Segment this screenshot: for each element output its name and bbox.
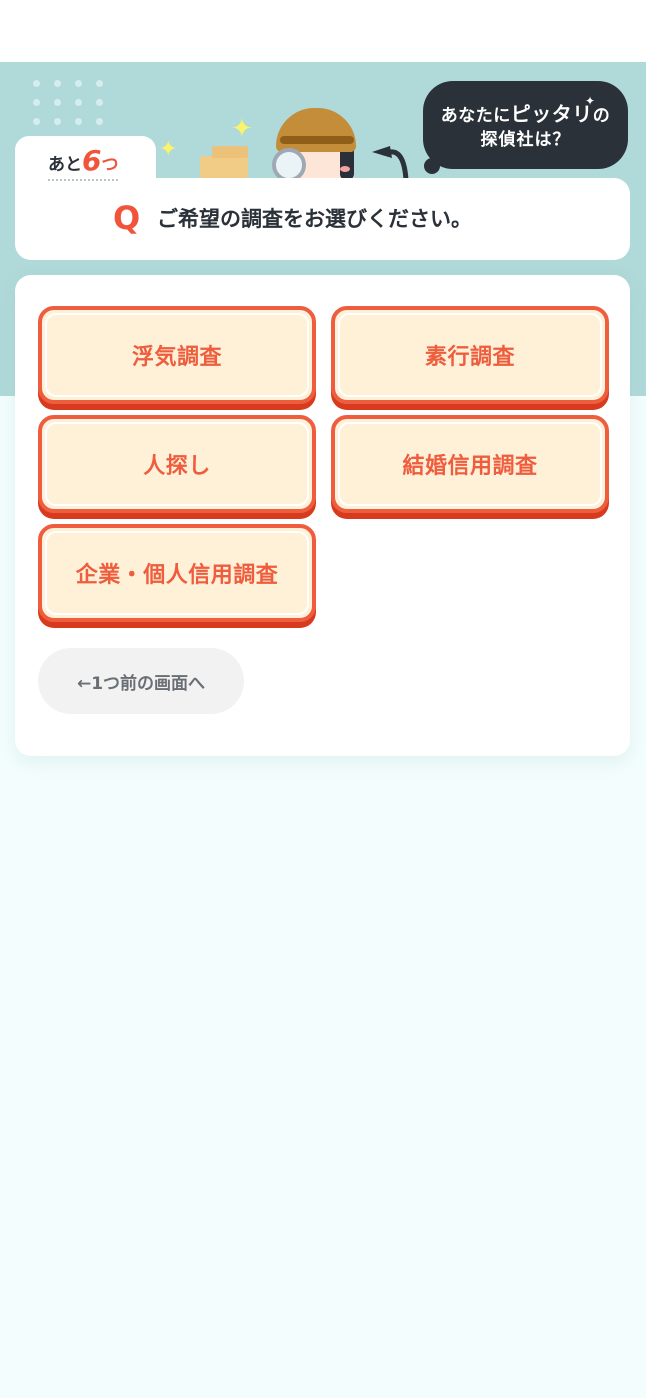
- twinkle-icon: ✦: [585, 94, 596, 108]
- decorative-dots: [33, 80, 105, 128]
- option-button-marriage-credit[interactable]: 結婚信用調査: [331, 415, 609, 513]
- option-button-conduct[interactable]: 素行調査: [331, 306, 609, 404]
- option-label: 企業・個人信用調査: [75, 563, 279, 588]
- speech-bubble: あなたにピッタリの 探偵社は？: [423, 81, 628, 169]
- option-button-corporate-credit[interactable]: 企業・個人信用調査: [38, 524, 316, 622]
- option-button-infidelity[interactable]: 浮気調査: [38, 306, 316, 404]
- option-label: 素行調査: [424, 345, 515, 370]
- question-card: Q ご希望の調査をお選びください。: [15, 178, 630, 260]
- remaining-suffix: つ: [101, 155, 119, 175]
- remaining-questions-tab: あと6つ: [15, 136, 156, 188]
- option-label: 浮気調査: [131, 345, 222, 370]
- bubble-text-accent: ピッタリ: [510, 102, 593, 126]
- page: ✦ ✦ あなたにピッタリの 探偵社は？ ✦ Q ご希望の調査をお選びください。 …: [0, 0, 646, 1398]
- option-label: 人探し: [143, 454, 211, 479]
- remaining-prefix: あと: [48, 155, 82, 175]
- detective-hat-icon: [276, 108, 356, 152]
- bubble-text-prefix: あなたに: [440, 106, 511, 126]
- option-button-person-search[interactable]: 人探し: [38, 415, 316, 513]
- top-bar: [0, 0, 646, 62]
- option-label: 結婚信用調査: [402, 454, 538, 479]
- desk-lamp-icon: [372, 146, 409, 180]
- remaining-count: 6: [82, 144, 102, 177]
- sparkle-icon: ✦: [159, 137, 178, 162]
- detective-illustration: [200, 100, 430, 190]
- document-boxes-icon: [200, 156, 248, 180]
- bubble-text-line2: 探偵社は？: [480, 130, 571, 150]
- question-marker: Q: [113, 199, 141, 237]
- back-button[interactable]: ←1つ前の画面へ: [38, 648, 244, 714]
- question-text: ご希望の調査をお選びください。: [157, 207, 472, 231]
- magnifying-glass-icon: [272, 148, 306, 182]
- bubble-text-suffix: の: [592, 106, 611, 126]
